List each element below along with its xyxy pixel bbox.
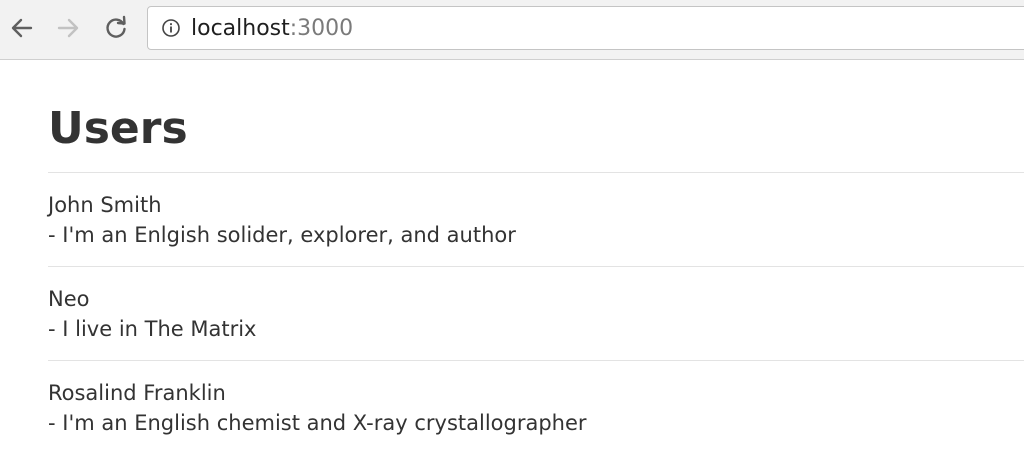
- divider: [48, 266, 1024, 267]
- user-name: John Smith: [48, 193, 162, 217]
- user-name: Rosalind Franklin: [48, 381, 226, 405]
- page-title: Users: [48, 103, 188, 154]
- divider: [48, 172, 1024, 173]
- divider: [48, 360, 1024, 361]
- arrow-left-icon: [11, 18, 33, 38]
- reload-button[interactable]: [101, 10, 131, 46]
- user-bio: - I'm an English chemist and X-ray cryst…: [48, 411, 587, 435]
- url-text[interactable]: localhost:3000: [191, 16, 353, 42]
- user-item: John Smith - I'm an Enlgish solider, exp…: [48, 190, 516, 250]
- info-icon[interactable]: [162, 19, 180, 37]
- browser-toolbar: localhost:3000: [0, 0, 1024, 60]
- user-bio: - I'm an Enlgish solider, explorer, and …: [48, 223, 516, 247]
- reload-icon: [106, 15, 126, 38]
- back-button[interactable]: [7, 10, 37, 46]
- forward-button[interactable]: [53, 10, 83, 46]
- user-item: Rosalind Franklin - I'm an English chemi…: [48, 378, 587, 438]
- arrow-right-icon: [57, 18, 79, 38]
- user-item: Neo - I live in The Matrix: [48, 284, 256, 344]
- url-port: :3000: [289, 16, 354, 41]
- url-host: localhost: [191, 16, 290, 41]
- user-bio: - I live in The Matrix: [48, 317, 257, 341]
- user-name: Neo: [48, 287, 90, 311]
- address-bar[interactable]: localhost:3000: [147, 6, 1024, 50]
